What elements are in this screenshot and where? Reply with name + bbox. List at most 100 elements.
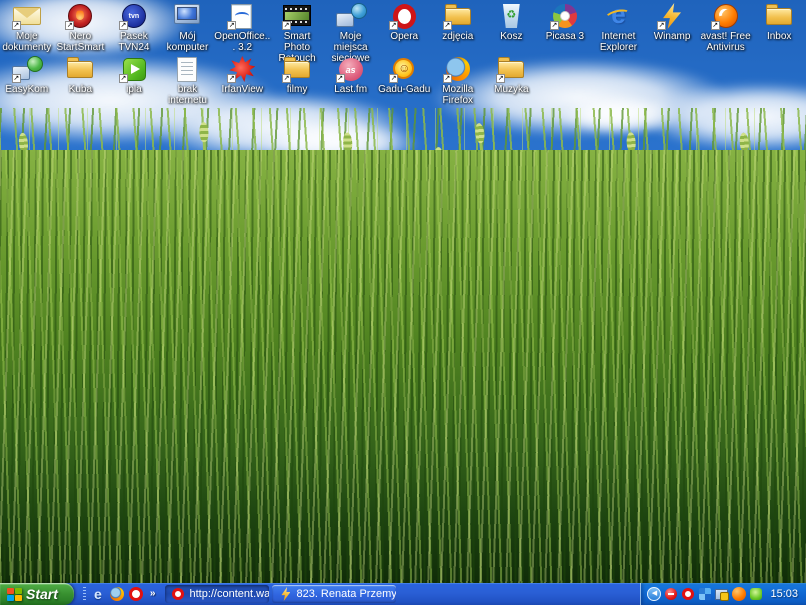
desktop-icon-avast-free-antivirus[interactable]: ↗avast! Free Antivirus xyxy=(699,0,753,53)
mozilla-firefox-quicklaunch-icon[interactable] xyxy=(109,586,125,602)
desktop-icon-pasek-tvn24[interactable]: ↗Pasek TVN24 xyxy=(107,0,161,53)
desktop-icon-nero-startsmart[interactable]: ↗Nero StartSmart xyxy=(54,0,108,53)
desktop-icon-picasa-3[interactable]: ↗Picasa 3 xyxy=(538,0,592,53)
easykom-icon: ↗ xyxy=(10,55,44,83)
desktop-icon-label: Nero StartSmart xyxy=(54,31,108,53)
desktop-icon-muzyka[interactable]: ↗Muzyka xyxy=(485,53,539,106)
task-button-winamp-window[interactable]: 823. Renata Przemyk... xyxy=(272,585,396,603)
desktop-icon-zdjecia[interactable]: ↗zdjęcia xyxy=(431,0,485,53)
mozilla-firefox-icon: ↗ xyxy=(441,55,475,83)
desktop-icon-label: brak internetu xyxy=(161,84,215,106)
winamp-icon: ↗ xyxy=(655,2,689,30)
desktop-icon-smart-photo-retouch[interactable]: ↗Smart Photo Retouch xyxy=(270,0,324,53)
task-button-area: http://content.wallpa... 823. Renata Prze… xyxy=(162,583,640,605)
desktop-icon-opera[interactable]: ↗Opera xyxy=(377,0,431,53)
nero-startsmart-icon: ↗ xyxy=(63,2,97,30)
desktop-icon-label: Kosz xyxy=(485,31,539,42)
desktop-icon-gadu-gadu[interactable]: ↗Gadu-Gadu xyxy=(377,53,431,106)
desktop-icon-label: Muzyka xyxy=(485,84,539,95)
desktop-icon-brak-internetu[interactable]: brak internetu xyxy=(161,53,215,106)
gadu-gadu-status-tray-icon[interactable] xyxy=(749,587,763,601)
opera-tray-icon[interactable] xyxy=(681,587,695,601)
opera-quicklaunch-icon[interactable] xyxy=(128,586,144,602)
avast-tray-icon[interactable] xyxy=(732,587,746,601)
windows-logo-icon xyxy=(7,588,22,601)
desktop-icon-kosz[interactable]: Kosz xyxy=(485,0,539,53)
network-lock-tray-icon[interactable] xyxy=(715,587,729,601)
wheat-field xyxy=(0,150,806,583)
red-alert-tray-icon[interactable] xyxy=(664,587,678,601)
task-button-label: 823. Renata Przemyk... xyxy=(296,585,396,603)
clock: 15:03 xyxy=(770,583,798,605)
brak-internetu-icon xyxy=(170,55,204,83)
shortcut-arrow-icon: ↗ xyxy=(657,21,666,30)
openoffice-icon: ↗ xyxy=(225,2,259,30)
zdjecia-icon: ↗ xyxy=(441,2,475,30)
task-button-opera-window[interactable]: http://content.wallpa... xyxy=(165,585,269,603)
windows-security-tray-icon[interactable] xyxy=(698,587,712,601)
moj-komputer-icon xyxy=(170,2,204,30)
irfanview-icon: ↗ xyxy=(225,55,259,83)
lastfm-icon: ↗ xyxy=(334,55,368,83)
desktop-icon-label: Opera xyxy=(377,31,431,42)
system-tray: ◀ 15:03 xyxy=(640,583,806,605)
shortcut-arrow-icon: ↗ xyxy=(443,74,452,83)
desktop-icon-kuba[interactable]: Kuba xyxy=(54,53,108,106)
desktop-icon-label: Mozilla Firefox xyxy=(431,84,485,106)
muzyka-icon: ↗ xyxy=(494,55,528,83)
moje-dokumenty-icon: ↗ xyxy=(10,2,44,30)
tray-collapse-chevron[interactable]: ◀ xyxy=(647,587,661,601)
desktop-icon-label: Last.fm xyxy=(324,84,378,95)
moje-miejsca-sieciowe-icon xyxy=(334,2,368,30)
shortcut-arrow-icon: ↗ xyxy=(496,74,505,83)
desktop-icon-filmy[interactable]: ↗filmy xyxy=(270,53,324,106)
winamp-window-icon xyxy=(278,587,292,601)
shortcut-arrow-icon: ↗ xyxy=(227,74,236,83)
kuba-icon xyxy=(63,55,97,83)
desktop-icon-easykom[interactable]: ↗EasyKom xyxy=(0,53,54,106)
avast-free-antivirus-icon: ↗ xyxy=(709,2,743,30)
shortcut-arrow-icon: ↗ xyxy=(12,21,21,30)
pasek-tvn24-icon: ↗ xyxy=(117,2,151,30)
desktop-icon-internet-explorer[interactable]: Internet Explorer xyxy=(592,0,646,53)
shortcut-arrow-icon: ↗ xyxy=(711,21,720,30)
opera-window-icon xyxy=(171,587,185,601)
tray-icons xyxy=(664,587,763,601)
start-label: Start xyxy=(26,583,58,605)
picasa-3-icon: ↗ xyxy=(548,2,582,30)
desktop-icon-lastfm[interactable]: ↗Last.fm xyxy=(324,53,378,106)
opera-icon: ↗ xyxy=(387,2,421,30)
quick-launch-toolbar: » xyxy=(74,583,163,605)
desktop-icon-label: Winamp xyxy=(645,31,699,42)
shortcut-arrow-icon: ↗ xyxy=(65,21,74,30)
desktop-icon-label: avast! Free Antivirus xyxy=(699,31,753,53)
desktop-icon-label: Pasek TVN24 xyxy=(107,31,161,53)
desktop-icon-label: Gadu-Gadu xyxy=(377,84,431,95)
desktop-icon-label: ipla xyxy=(107,84,161,95)
internet-explorer-quicklaunch-icon[interactable] xyxy=(90,586,106,602)
toolbar-grip[interactable] xyxy=(83,587,86,601)
shortcut-arrow-icon: ↗ xyxy=(119,21,128,30)
shortcut-arrow-icon: ↗ xyxy=(119,74,128,83)
quick-launch-overflow-chevron[interactable]: » xyxy=(148,583,158,605)
desktop-screen: ↗Moje dokumenty↗Nero StartSmart↗Pasek TV… xyxy=(0,0,806,605)
shortcut-arrow-icon: ↗ xyxy=(389,74,398,83)
desktop-icon-winamp[interactable]: ↗Winamp xyxy=(645,0,699,53)
desktop-icon-mozilla-firefox[interactable]: ↗Mozilla Firefox xyxy=(431,53,485,106)
shortcut-arrow-icon: ↗ xyxy=(227,21,236,30)
start-button[interactable]: Start xyxy=(0,583,74,605)
desktop-icon-moj-komputer[interactable]: Mój komputer xyxy=(161,0,215,53)
task-button-label: http://content.wallpa... xyxy=(189,585,269,603)
desktop-icon-openoffice[interactable]: ↗OpenOffice... 3.2 xyxy=(214,0,270,53)
desktop-icon-moje-dokumenty[interactable]: ↗Moje dokumenty xyxy=(0,0,54,53)
desktop-icon-irfanview[interactable]: ↗IrfanView xyxy=(214,53,270,106)
quick-launch-items xyxy=(90,586,144,602)
desktop-icon-moje-miejsca-sieciowe[interactable]: Moje miejsca sieciowe xyxy=(324,0,378,53)
shortcut-arrow-icon: ↗ xyxy=(12,74,21,83)
shortcut-arrow-icon: ↗ xyxy=(443,21,452,30)
desktop-icon-grid: ↗Moje dokumenty↗Nero StartSmart↗Pasek TV… xyxy=(0,0,806,106)
shortcut-arrow-icon: ↗ xyxy=(550,21,559,30)
desktop-icon-inbox[interactable]: Inbox xyxy=(752,0,806,53)
smart-photo-retouch-icon: ↗ xyxy=(280,2,314,30)
desktop-icon-ipla[interactable]: ↗ipla xyxy=(107,53,161,106)
